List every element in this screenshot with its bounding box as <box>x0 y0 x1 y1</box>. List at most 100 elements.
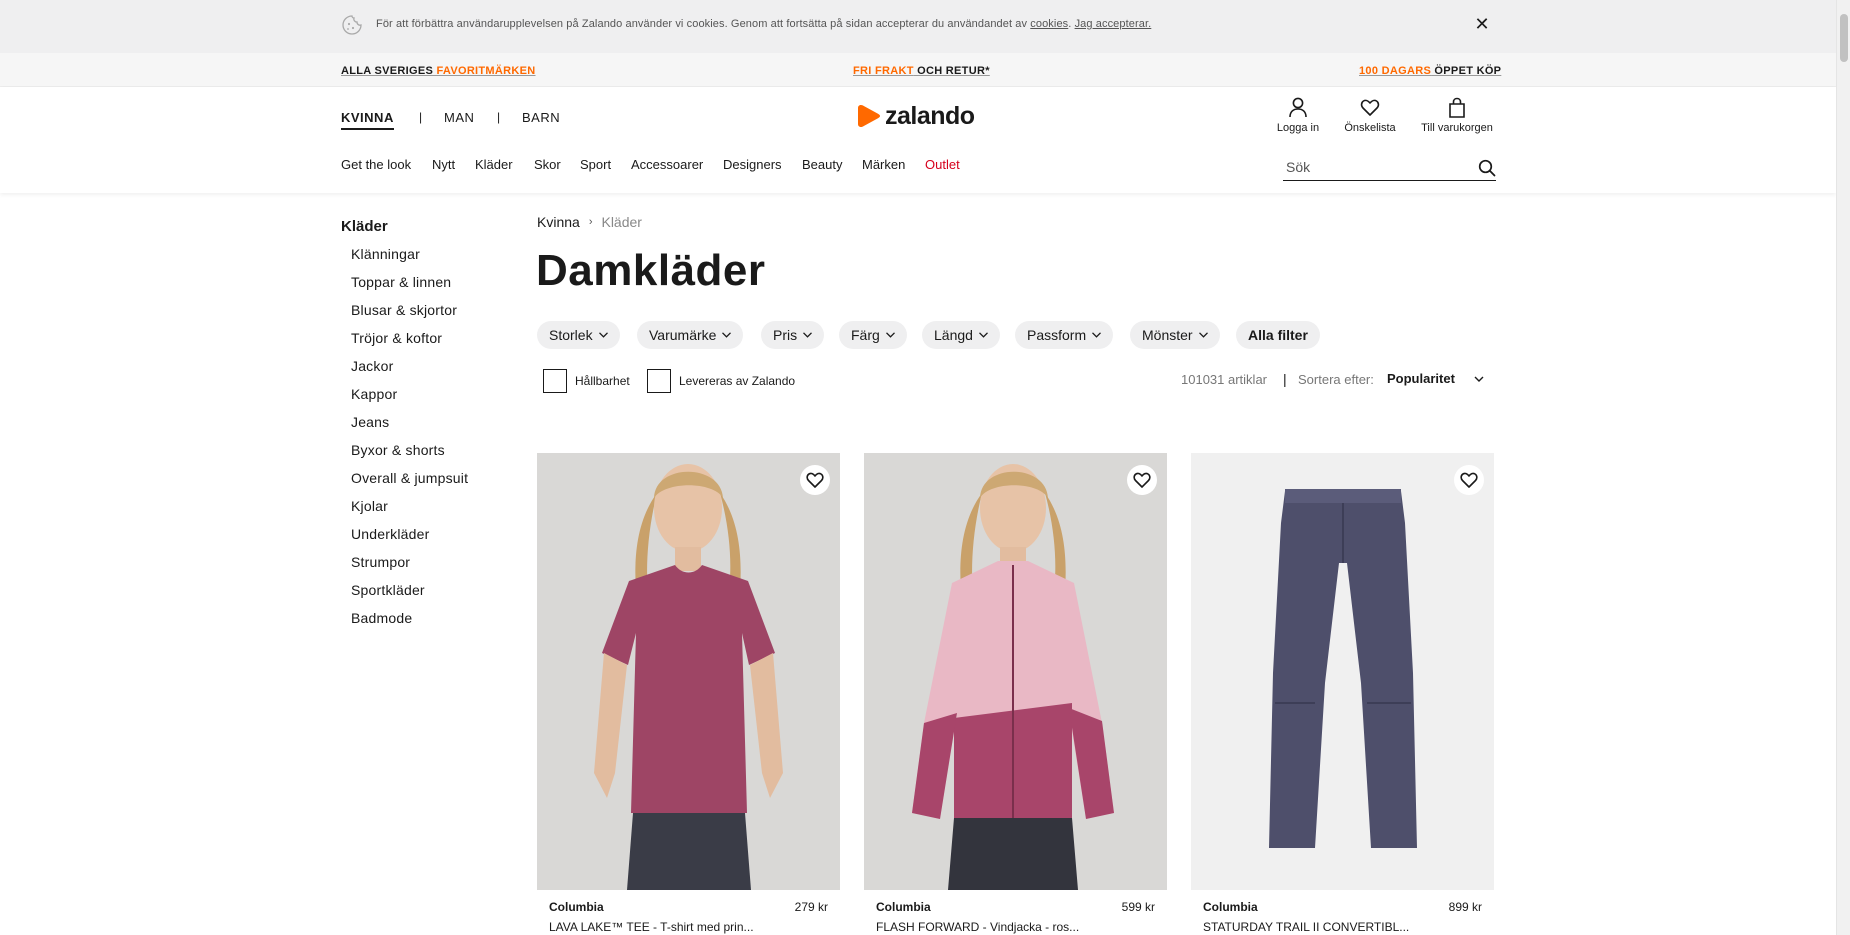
sidebar-item-byxor[interactable]: Byxor & shorts <box>351 442 445 458</box>
product-card[interactable]: Columbia 599 kr FLASH FORWARD - Vindjack… <box>864 453 1167 934</box>
sidebar-item-badmode[interactable]: Badmode <box>351 610 412 626</box>
gender-separator: | <box>419 110 423 124</box>
product-name[interactable]: STATURDAY TRAIL II CONVERTIBL... <box>1203 920 1409 934</box>
product-name[interactable]: LAVA LAKE™ TEE - T-shirt med prin... <box>549 920 754 934</box>
gender-tab-kvinna[interactable]: KVINNA <box>341 110 394 130</box>
gender-tab-man[interactable]: MAN <box>444 110 474 125</box>
product-name[interactable]: FLASH FORWARD - Vindjacka - ros... <box>876 920 1079 934</box>
category-outlet[interactable]: Outlet <box>925 157 960 172</box>
promo-text: ÖPPET KÖP <box>1431 65 1502 77</box>
category-skor[interactable]: Skor <box>534 157 561 172</box>
sort-label: Sortera efter: <box>1298 372 1374 387</box>
filter-label: Mönster <box>1142 327 1193 343</box>
promo-text: ALLA SVERIGES <box>341 65 437 77</box>
promo-accent: 100 DAGARS <box>1359 65 1432 77</box>
sidebar-item-kjolar[interactable]: Kjolar <box>351 498 388 514</box>
category-nytt[interactable]: Nytt <box>432 157 455 172</box>
promo-100-days[interactable]: 100 DAGARS ÖPPET KÖP <box>1359 65 1501 77</box>
sidebar-item-blusar[interactable]: Blusar & skjortor <box>351 302 457 318</box>
sidebar-item-strumpor[interactable]: Strumpor <box>351 554 410 570</box>
category-beauty[interactable]: Beauty <box>802 157 842 172</box>
wishlist-button[interactable]: Önskelista <box>1343 97 1397 134</box>
sort-dropdown[interactable]: Popularitet <box>1387 371 1455 386</box>
product-image[interactable] <box>864 453 1167 890</box>
heart-icon <box>1360 99 1380 116</box>
scrollbar-thumb[interactable] <box>1840 14 1848 62</box>
filter-label: Färg <box>851 327 880 343</box>
sidebar-item-toppar[interactable]: Toppar & linnen <box>351 274 451 290</box>
wishlist-heart-button[interactable] <box>1454 465 1484 495</box>
category-klader[interactable]: Kläder <box>475 157 513 172</box>
chevron-down-icon <box>803 332 813 338</box>
checkbox-levereras-av-zalando[interactable]: Levereras av Zalando <box>647 369 795 393</box>
chevron-down-icon <box>598 332 608 338</box>
category-accessoarer[interactable]: Accessoarer <box>631 157 703 172</box>
product-photo-pants <box>1191 453 1494 890</box>
breadcrumb-kvinna[interactable]: Kvinna <box>537 214 580 230</box>
product-card[interactable]: Columbia 899 kr STATURDAY TRAIL II CONVE… <box>1191 453 1494 934</box>
filter-label: Längd <box>934 327 973 343</box>
page-scrollbar[interactable] <box>1836 0 1850 935</box>
breadcrumb-klader: Kläder <box>601 214 642 230</box>
cart-button[interactable]: Till varukorgen <box>1418 97 1496 134</box>
category-get-the-look[interactable]: Get the look <box>341 157 411 172</box>
gender-separator: | <box>497 110 501 124</box>
filter-pris[interactable]: Pris <box>761 321 825 349</box>
product-brand: Columbia <box>876 900 931 914</box>
heart-icon <box>1133 472 1151 488</box>
category-marken[interactable]: Märken <box>862 157 905 172</box>
search-input[interactable] <box>1283 157 1463 175</box>
filter-monster[interactable]: Mönster <box>1130 321 1220 349</box>
checkbox-box[interactable] <box>647 369 671 393</box>
filter-storlek[interactable]: Storlek <box>537 321 620 349</box>
checkbox-label: Hållbarhet <box>575 374 630 388</box>
sidebar-item-jeans[interactable]: Jeans <box>351 414 389 430</box>
chevron-right-icon: › <box>588 216 593 228</box>
sidebar-item-kappor[interactable]: Kappor <box>351 386 397 402</box>
cookie-accept-link[interactable]: Jag accepterar. <box>1075 18 1152 30</box>
gender-tab-barn[interactable]: BARN <box>522 110 560 125</box>
filter-farg[interactable]: Färg <box>839 321 907 349</box>
wishlist-heart-button[interactable] <box>800 465 830 495</box>
chevron-down-icon[interactable] <box>1474 376 1484 383</box>
product-card[interactable]: Columbia 279 kr LAVA LAKE™ TEE - T-shirt… <box>537 453 840 934</box>
filter-langd[interactable]: Längd <box>922 321 1000 349</box>
zalando-logo[interactable]: zalando <box>857 99 975 133</box>
product-image[interactable] <box>1191 453 1494 890</box>
checkbox-box[interactable] <box>543 369 567 393</box>
sidebar-item-klanningar[interactable]: Klänningar <box>351 246 420 262</box>
checkbox-hallbarhet[interactable]: Hållbarhet <box>543 369 630 393</box>
product-brand: Columbia <box>1203 900 1258 914</box>
login-label: Logga in <box>1276 122 1320 134</box>
logo-text: zalando <box>885 101 975 130</box>
category-designers[interactable]: Designers <box>723 157 782 172</box>
product-image[interactable] <box>537 453 840 890</box>
wishlist-label: Önskelista <box>1344 122 1396 134</box>
search-icon[interactable] <box>1478 159 1496 177</box>
user-icon <box>1289 97 1307 118</box>
filter-passform[interactable]: Passform <box>1015 321 1114 349</box>
sidebar-title[interactable]: Kläder <box>341 218 388 235</box>
sidebar-item-underklader[interactable]: Underkläder <box>351 526 429 542</box>
filter-label: Pris <box>773 327 798 343</box>
category-sport[interactable]: Sport <box>580 157 611 172</box>
sidebar-item-trojor[interactable]: Tröjor & koftor <box>351 330 442 346</box>
promo-free-shipping[interactable]: FRI FRAKT OCH RETUR* <box>853 65 990 77</box>
chevron-down-icon <box>885 332 895 338</box>
chevron-down-icon <box>1092 332 1102 338</box>
filter-varumarke[interactable]: Varumärke <box>637 321 744 349</box>
chevron-down-icon <box>978 332 988 338</box>
login-button[interactable]: Logga in <box>1276 97 1320 134</box>
article-count: 101031 artiklar <box>1181 372 1267 387</box>
sidebar-item-sportklader[interactable]: Sportkläder <box>351 582 425 598</box>
sidebar-item-overall[interactable]: Overall & jumpsuit <box>351 470 468 486</box>
wishlist-heart-button[interactable] <box>1127 465 1157 495</box>
cookie-policy-link[interactable]: cookies <box>1030 18 1068 30</box>
promo-favorite-brands[interactable]: ALLA SVERIGES FAVORITMÄRKEN <box>341 65 536 77</box>
all-filters-button[interactable]: Alla filter <box>1236 321 1320 349</box>
filter-label: Passform <box>1027 327 1087 343</box>
promo-bar: ALLA SVERIGES FAVORITMÄRKEN FRI FRAKT OC… <box>0 53 1836 87</box>
heart-icon <box>1460 472 1478 488</box>
sidebar-item-jackor[interactable]: Jackor <box>351 358 393 374</box>
close-icon[interactable]: ✕ <box>1472 14 1492 34</box>
